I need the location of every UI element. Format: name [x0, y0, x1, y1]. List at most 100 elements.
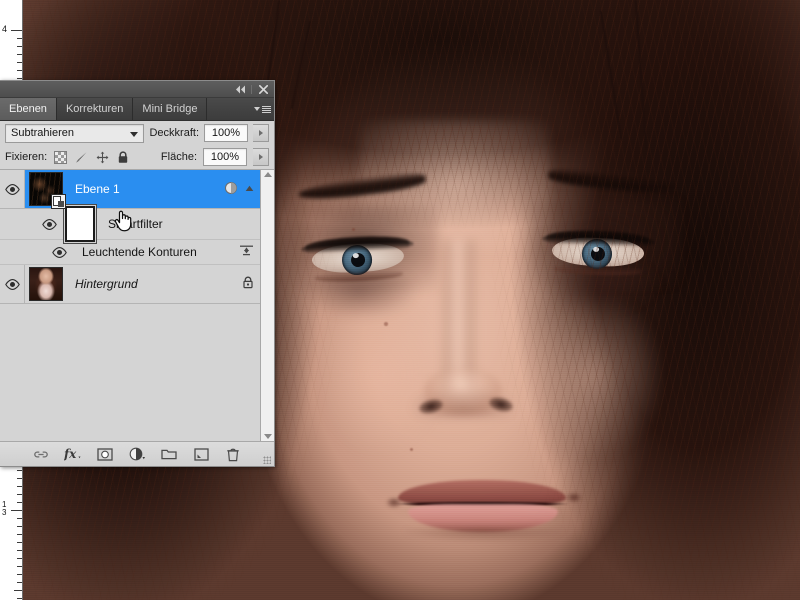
panel-menu-caret [254, 107, 260, 111]
ruler-tick [17, 566, 22, 567]
ruler-tick [17, 486, 22, 487]
lock-row: Fixieren: [0, 145, 274, 169]
titlebar-separator [251, 85, 252, 94]
filter-effects-icon[interactable] [224, 181, 238, 198]
layer-styles-fx-icon[interactable]: fx [64, 445, 82, 463]
layer-list-container: Ebene 1 [0, 169, 274, 442]
ruler-tick [17, 494, 22, 495]
ruler-tick [17, 574, 22, 575]
close-icon[interactable] [255, 83, 271, 96]
layer-row-right-icons [242, 276, 254, 292]
expand-triangle-icon[interactable] [245, 183, 254, 195]
ruler-tick [17, 526, 22, 527]
lock-icon[interactable] [242, 276, 254, 292]
ruler-tick [17, 78, 22, 79]
tab-strip-filler [207, 98, 250, 120]
skin-mark [410, 448, 413, 451]
svg-text:fx: fx [64, 447, 77, 461]
resize-grip-icon[interactable] [263, 456, 271, 464]
layer-list: Ebene 1 [0, 170, 260, 441]
tab-ebenen[interactable]: Ebenen [0, 98, 57, 120]
fill-input[interactable]: 100% [203, 148, 247, 166]
eye-icon [5, 184, 20, 195]
opacity-value: 100% [212, 127, 240, 139]
layer-row-right-icons [224, 181, 254, 198]
ruler-tick [17, 550, 22, 551]
ruler-tick [17, 62, 22, 63]
eye-icon [5, 279, 20, 290]
chevron-down-icon [130, 132, 138, 137]
ruler-tick [14, 590, 22, 591]
add-layer-mask-icon[interactable] [96, 445, 114, 463]
lock-all-icon[interactable] [116, 150, 130, 164]
eye-icon[interactable] [42, 219, 57, 230]
smart-filter-group-label: Smartfilter [108, 217, 163, 231]
transparency-checker-icon[interactable] [53, 150, 67, 164]
panel-titlebar [0, 81, 274, 98]
eye-icon[interactable] [52, 247, 67, 258]
opacity-label: Deckkraft: [149, 127, 199, 139]
fill-value: 100% [211, 151, 239, 163]
tab-mini-bridge[interactable]: Mini Bridge [133, 98, 207, 120]
ruler-tick [17, 534, 22, 535]
scroll-up-arrow-icon[interactable] [264, 172, 272, 177]
blend-mode-value: Subtrahieren [11, 127, 74, 139]
ruler-tick [17, 70, 22, 71]
layer-visibility-toggle[interactable] [0, 265, 25, 303]
new-layer-icon[interactable] [192, 445, 210, 463]
skin-mark [352, 228, 355, 231]
filter-blending-options-icon[interactable] [239, 244, 254, 260]
smart-filter-mask-thumbnail[interactable] [65, 206, 95, 242]
layer-visibility-toggle[interactable] [0, 170, 25, 208]
ruler-tick [17, 46, 22, 47]
smart-filter-right-icons [239, 244, 254, 260]
fill-stepper[interactable] [253, 148, 269, 166]
ruler-tick [17, 38, 22, 39]
smart-object-badge-icon [51, 194, 66, 209]
lock-icon-group [53, 150, 130, 164]
ruler-tick [17, 558, 22, 559]
panel-tab-strip: Ebenen Korrekturen Mini Bridge [0, 98, 274, 121]
panel-menu-icon[interactable] [250, 98, 274, 120]
layer-name-ebene-1: Ebene 1 [75, 182, 120, 196]
layers-panel-footer: fx [0, 442, 274, 466]
blend-mode-row: Subtrahieren Deckkraft: 100% [0, 121, 274, 145]
smart-filter-row-leuchtende-konturen[interactable]: Leuchtende Konturen [0, 240, 260, 265]
ruler-tick [17, 582, 22, 583]
smart-filter-group-row[interactable]: Smartfilter [0, 209, 260, 240]
move-icon[interactable] [95, 150, 109, 164]
tab-korrekturen-label: Korrekturen [66, 103, 123, 115]
lock-label: Fixieren: [5, 151, 47, 163]
opacity-stepper[interactable] [253, 124, 269, 142]
ruler-tick [17, 470, 22, 471]
brush-icon[interactable] [74, 150, 88, 164]
layer-row-hintergrund[interactable]: Hintergrund [0, 265, 260, 304]
tab-ebenen-label: Ebenen [9, 103, 47, 115]
collapse-double-arrow-icon[interactable] [232, 83, 248, 96]
skin-mark [384, 322, 388, 326]
link-layers-icon[interactable] [32, 445, 50, 463]
ruler-tick [17, 502, 22, 503]
ruler-tick [17, 542, 22, 543]
fill-label: Fläche: [161, 151, 197, 163]
layers-panel: Ebenen Korrekturen Mini Bridge Subtrahie… [0, 80, 275, 467]
delete-layer-icon[interactable] [224, 445, 242, 463]
layer-list-scrollbar[interactable] [260, 170, 274, 441]
tab-korrekturen[interactable]: Korrekturen [57, 98, 133, 120]
tab-mini-bridge-label: Mini Bridge [142, 103, 197, 115]
layer-thumbnail[interactable] [29, 267, 63, 301]
smart-filter-label: Leuchtende Konturen [82, 245, 197, 259]
new-group-icon[interactable] [160, 445, 178, 463]
ruler-label: 4 [2, 25, 14, 34]
blend-mode-select[interactable]: Subtrahieren [5, 124, 144, 143]
ruler-tick [17, 598, 22, 599]
panel-menu-lines [262, 106, 271, 113]
ruler-label: 13 [2, 501, 14, 517]
layer-name-hintergrund: Hintergrund [75, 277, 138, 291]
new-adjustment-layer-icon[interactable] [128, 445, 146, 463]
opacity-input[interactable]: 100% [204, 124, 248, 142]
scroll-down-arrow-icon[interactable] [264, 434, 272, 439]
ruler-tick [17, 54, 22, 55]
layer-row-ebene-1[interactable]: Ebene 1 [0, 170, 260, 209]
layer-thumbnail[interactable] [29, 172, 63, 206]
